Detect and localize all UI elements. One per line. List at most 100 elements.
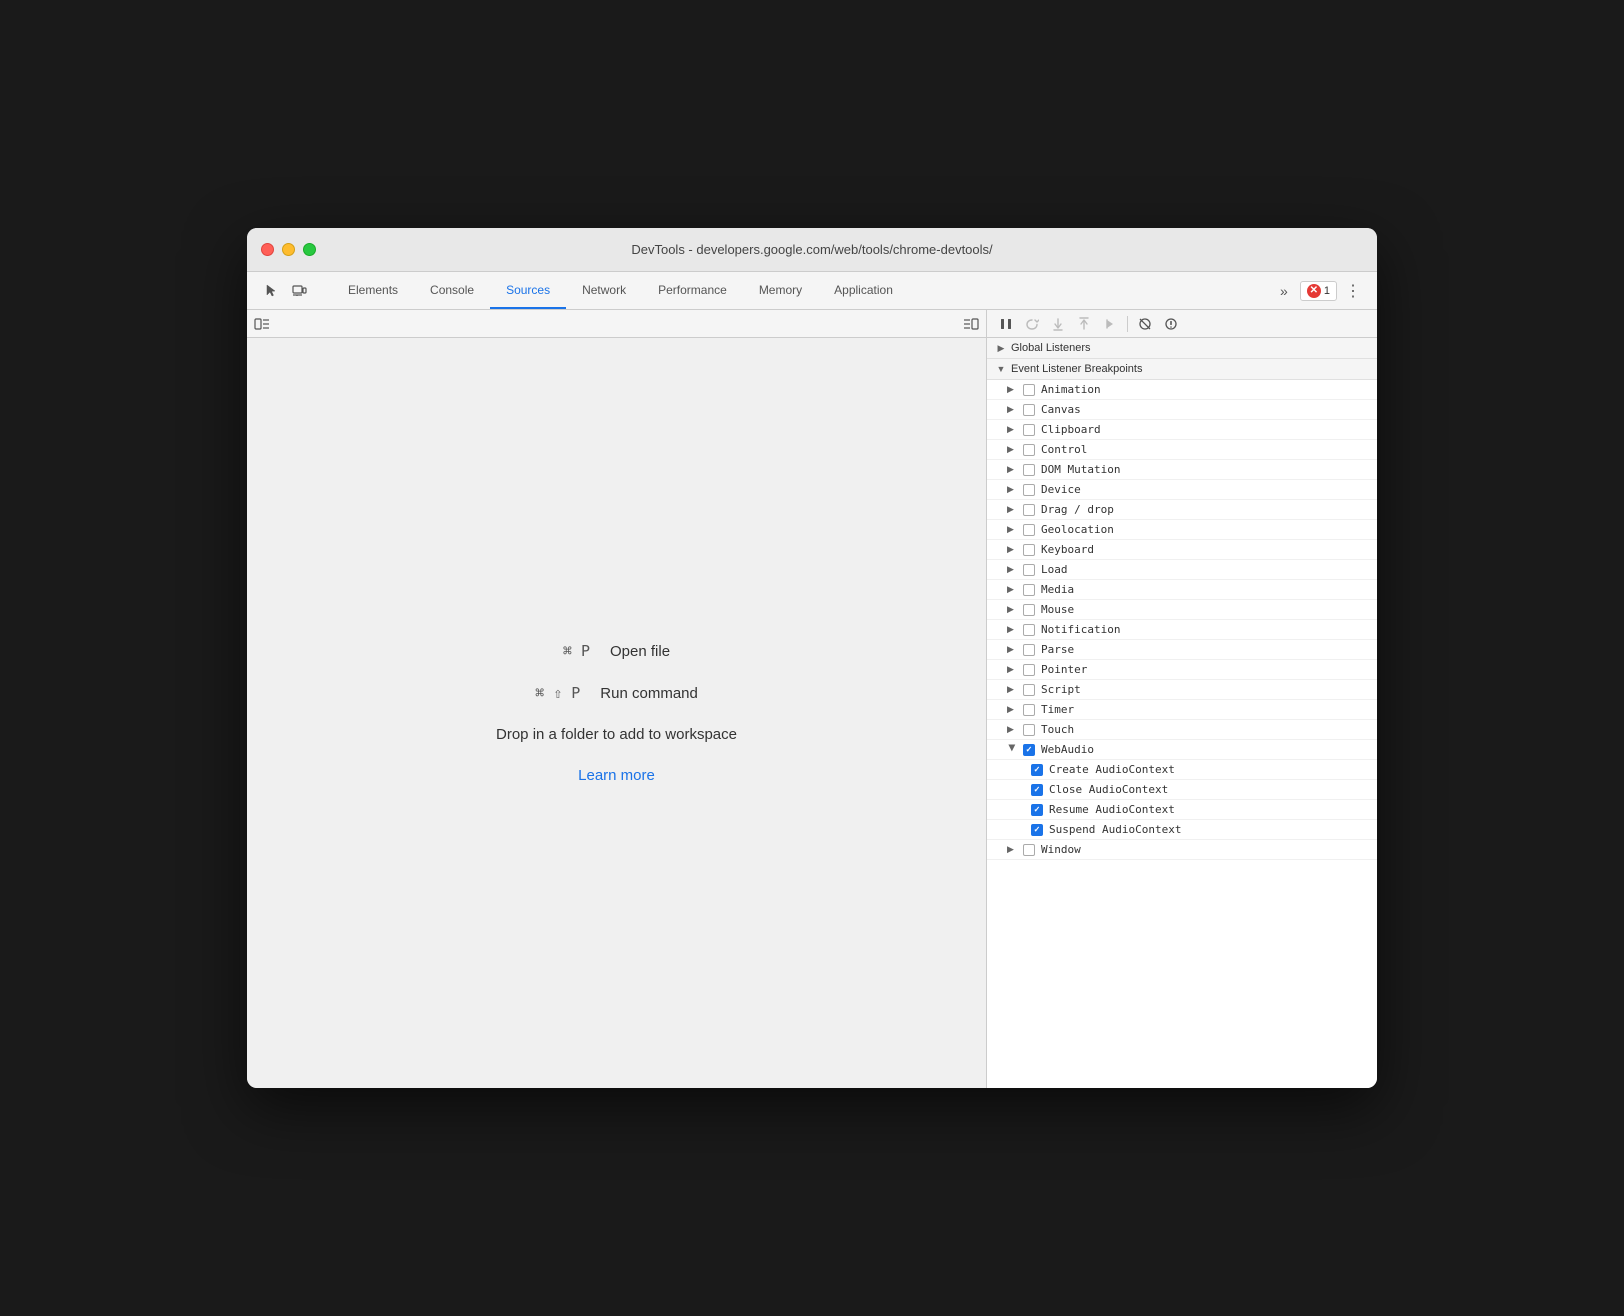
window-checkbox[interactable]: [1023, 844, 1035, 856]
media-expand-icon: ▶: [1007, 584, 1017, 595]
show-debugger-icon[interactable]: [960, 313, 982, 335]
bp-webaudio[interactable]: ▶ WebAudio: [987, 740, 1377, 760]
open-file-label: Open file: [610, 643, 670, 660]
global-listeners-header[interactable]: ▶ Global Listeners: [987, 338, 1377, 359]
load-label: Load: [1041, 563, 1068, 576]
bp-resume-audio-context[interactable]: Resume AudioContext: [987, 800, 1377, 820]
control-checkbox[interactable]: [1023, 444, 1035, 456]
clipboard-checkbox[interactable]: [1023, 424, 1035, 436]
close-button[interactable]: [261, 243, 274, 256]
device-icon[interactable]: [287, 279, 311, 303]
sources-welcome: ⌘ P Open file ⌘ ⇧ P Run command Drop in …: [247, 338, 986, 1088]
control-expand-icon: ▶: [1007, 444, 1017, 455]
event-listener-breakpoints-header[interactable]: ▼ Event Listener Breakpoints: [987, 359, 1377, 380]
pause-on-exceptions-button[interactable]: [1160, 313, 1182, 335]
more-tabs-button[interactable]: »: [1272, 279, 1296, 303]
error-icon: ✕: [1307, 284, 1321, 298]
tab-console[interactable]: Console: [414, 272, 490, 309]
dom-mutation-checkbox[interactable]: [1023, 464, 1035, 476]
bp-window[interactable]: ▶ Window: [987, 840, 1377, 860]
error-badge[interactable]: ✕ 1: [1300, 281, 1337, 301]
bp-mouse[interactable]: ▶ Mouse: [987, 600, 1377, 620]
bp-load[interactable]: ▶ Load: [987, 560, 1377, 580]
minimize-button[interactable]: [282, 243, 295, 256]
close-audio-context-checkbox[interactable]: [1031, 784, 1043, 796]
bp-close-audio-context[interactable]: Close AudioContext: [987, 780, 1377, 800]
bp-pointer[interactable]: ▶ Pointer: [987, 660, 1377, 680]
bp-timer[interactable]: ▶ Timer: [987, 700, 1377, 720]
notification-label: Notification: [1041, 623, 1120, 636]
tab-memory[interactable]: Memory: [743, 272, 818, 309]
timer-expand-icon: ▶: [1007, 704, 1017, 715]
bp-script[interactable]: ▶ Script: [987, 680, 1377, 700]
pause-button[interactable]: [995, 313, 1017, 335]
webaudio-checkbox[interactable]: [1023, 744, 1035, 756]
bp-create-audio-context[interactable]: Create AudioContext: [987, 760, 1377, 780]
mouse-expand-icon: ▶: [1007, 604, 1017, 615]
learn-more-link[interactable]: Learn more: [578, 767, 655, 784]
bp-keyboard[interactable]: ▶ Keyboard: [987, 540, 1377, 560]
webaudio-label: WebAudio: [1041, 743, 1094, 756]
touch-checkbox[interactable]: [1023, 724, 1035, 736]
create-audio-context-label: Create AudioContext: [1049, 763, 1175, 776]
more-options-button[interactable]: ⋮: [1341, 279, 1365, 303]
bp-touch[interactable]: ▶ Touch: [987, 720, 1377, 740]
mouse-checkbox[interactable]: [1023, 604, 1035, 616]
suspend-audio-context-checkbox[interactable]: [1031, 824, 1043, 836]
keyboard-checkbox[interactable]: [1023, 544, 1035, 556]
bp-canvas[interactable]: ▶ Canvas: [987, 400, 1377, 420]
device-expand-icon: ▶: [1007, 484, 1017, 495]
debugger-toolbar: [987, 310, 1377, 338]
right-panel: ▶ Global Listeners ▼ Event Listener Brea…: [987, 310, 1377, 1088]
tab-sources[interactable]: Sources: [490, 272, 566, 309]
animation-checkbox[interactable]: [1023, 384, 1035, 396]
keyboard-expand-icon: ▶: [1007, 544, 1017, 555]
maximize-button[interactable]: [303, 243, 316, 256]
bp-suspend-audio-context[interactable]: Suspend AudioContext: [987, 820, 1377, 840]
window-expand-icon: ▶: [1007, 844, 1017, 855]
bp-drag-drop[interactable]: ▶ Drag / drop: [987, 500, 1377, 520]
open-file-row: ⌘ P Open file: [563, 642, 670, 660]
timer-checkbox[interactable]: [1023, 704, 1035, 716]
toolbar-separator: [1127, 316, 1128, 332]
bp-control[interactable]: ▶ Control: [987, 440, 1377, 460]
bp-clipboard[interactable]: ▶ Clipboard: [987, 420, 1377, 440]
cursor-icon[interactable]: [259, 279, 283, 303]
devtools-window: DevTools - developers.google.com/web/too…: [247, 228, 1377, 1088]
tab-elements[interactable]: Elements: [332, 272, 414, 309]
tab-application[interactable]: Application: [818, 272, 909, 309]
resume-audio-context-checkbox[interactable]: [1031, 804, 1043, 816]
drag-drop-checkbox[interactable]: [1023, 504, 1035, 516]
show-navigator-icon[interactable]: [251, 313, 273, 335]
notification-expand-icon: ▶: [1007, 624, 1017, 635]
left-panel: ⌘ P Open file ⌘ ⇧ P Run command Drop in …: [247, 310, 987, 1088]
media-checkbox[interactable]: [1023, 584, 1035, 596]
parse-checkbox[interactable]: [1023, 644, 1035, 656]
canvas-checkbox[interactable]: [1023, 404, 1035, 416]
load-expand-icon: ▶: [1007, 564, 1017, 575]
geolocation-checkbox[interactable]: [1023, 524, 1035, 536]
bp-notification[interactable]: ▶ Notification: [987, 620, 1377, 640]
bp-device[interactable]: ▶ Device: [987, 480, 1377, 500]
step-out-button[interactable]: [1073, 313, 1095, 335]
step-into-button[interactable]: [1047, 313, 1069, 335]
bp-media[interactable]: ▶ Media: [987, 580, 1377, 600]
suspend-audio-context-label: Suspend AudioContext: [1049, 823, 1181, 836]
bp-geolocation[interactable]: ▶ Geolocation: [987, 520, 1377, 540]
script-checkbox[interactable]: [1023, 684, 1035, 696]
step-over-button[interactable]: [1021, 313, 1043, 335]
device-checkbox[interactable]: [1023, 484, 1035, 496]
deactivate-breakpoints-button[interactable]: [1134, 313, 1156, 335]
pointer-checkbox[interactable]: [1023, 664, 1035, 676]
create-audio-context-checkbox[interactable]: [1031, 764, 1043, 776]
bp-dom-mutation[interactable]: ▶ DOM Mutation: [987, 460, 1377, 480]
bp-animation[interactable]: ▶ Animation: [987, 380, 1377, 400]
tab-performance[interactable]: Performance: [642, 272, 743, 309]
tab-network[interactable]: Network: [566, 272, 642, 309]
step-button[interactable]: [1099, 313, 1121, 335]
bp-parse[interactable]: ▶ Parse: [987, 640, 1377, 660]
notification-checkbox[interactable]: [1023, 624, 1035, 636]
load-checkbox[interactable]: [1023, 564, 1035, 576]
drag-drop-expand-icon: ▶: [1007, 504, 1017, 515]
webaudio-expand-icon: ▶: [1007, 745, 1018, 755]
